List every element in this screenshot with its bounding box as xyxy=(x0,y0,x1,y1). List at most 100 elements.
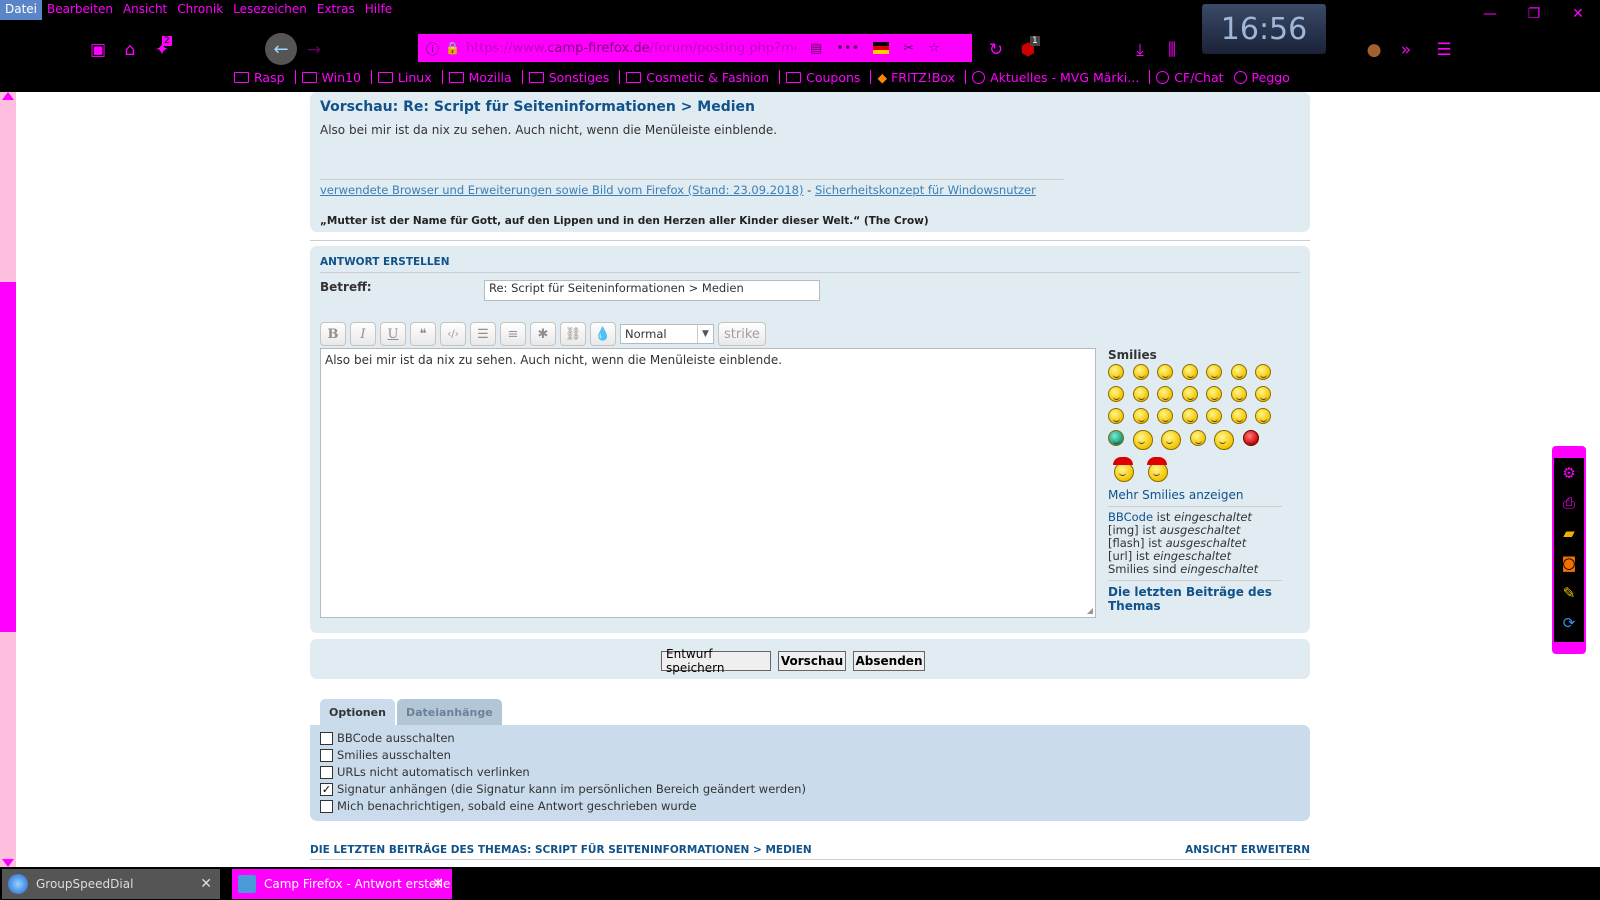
smiley-icon[interactable] xyxy=(1132,408,1149,424)
menu-chronik[interactable]: Chronik xyxy=(172,0,228,20)
close-tab-icon[interactable]: ✕ xyxy=(432,876,444,892)
menu-ansicht[interactable]: Ansicht xyxy=(118,0,172,20)
star-bookmark-icon[interactable]: ☆ xyxy=(928,41,940,56)
menu-hilfe[interactable]: Hilfe xyxy=(360,0,397,20)
strike-button[interactable]: strike xyxy=(718,322,766,346)
menu-extras[interactable]: Extras xyxy=(312,0,360,20)
option-no-autolink[interactable]: URLs nicht automatisch verlinken xyxy=(320,765,530,779)
list-button[interactable]: ☰ xyxy=(470,322,496,346)
last-posts-link[interactable]: Die letzten Beiträge des Themas xyxy=(1108,585,1282,613)
screenshot-icon[interactable]: ✂ xyxy=(903,41,914,56)
link-button[interactable]: ⛓ xyxy=(560,322,586,346)
smiley-icon[interactable] xyxy=(1132,386,1149,402)
menu-bearbeiten[interactable]: Bearbeiten xyxy=(42,0,118,20)
bookmark-mozilla[interactable]: Mozilla xyxy=(448,70,512,85)
code-button[interactable]: ‹/› xyxy=(440,322,466,346)
list-item-button[interactable]: ✱ xyxy=(530,322,556,346)
info-icon[interactable]: ⓘ xyxy=(426,39,439,58)
smiley-icon[interactable] xyxy=(1255,386,1271,402)
smiley-icon[interactable] xyxy=(1230,364,1247,380)
smiley-icon[interactable] xyxy=(1132,430,1153,450)
back-button[interactable]: ← xyxy=(265,33,297,65)
smiley-icon[interactable] xyxy=(1108,364,1124,380)
page-scrollbar[interactable] xyxy=(0,92,16,867)
url-text[interactable]: https://www.camp-firefox.de/forum/postin… xyxy=(466,41,796,56)
option-disable-smilies[interactable]: Smilies ausschalten xyxy=(320,748,451,762)
smiley-icon[interactable] xyxy=(1206,364,1222,380)
forward-button[interactable]: → xyxy=(302,38,326,62)
option-attach-signature[interactable]: ✓ Signatur anhängen (die Signatur kann im… xyxy=(320,782,806,796)
folder-open-icon[interactable]: ▰ xyxy=(1554,518,1584,548)
lock-icon[interactable]: 🔒 xyxy=(445,41,460,55)
sidebar-icon[interactable]: ▣ xyxy=(86,38,110,62)
checkbox[interactable] xyxy=(320,799,333,813)
printer-icon[interactable]: ⎙ xyxy=(1554,488,1584,518)
url-bar[interactable]: ⓘ 🔒 https://www.camp-firefox.de/forum/po… xyxy=(418,34,972,62)
close-window-button[interactable]: ✕ xyxy=(1556,0,1600,28)
german-flag-icon[interactable] xyxy=(873,42,890,54)
resize-grip-icon[interactable]: ◢ xyxy=(1087,606,1093,615)
search-page-icon[interactable]: ◙ xyxy=(1554,548,1584,578)
bookmark-fritzbox[interactable]: ◆ FRITZ!Box xyxy=(877,70,955,85)
bookmark-cf-chat[interactable]: CF/Chat xyxy=(1156,70,1224,85)
scroll-up-arrow[interactable] xyxy=(2,92,14,100)
page-actions-icon[interactable]: ••• xyxy=(836,41,859,56)
menu-datei[interactable]: Datei xyxy=(0,0,43,20)
task-camp-firefox[interactable]: Camp Firefox - Antwort erstelle ✕ xyxy=(232,869,452,899)
underline-button[interactable]: U xyxy=(380,322,406,346)
sync-icon[interactable]: ⟳ xyxy=(1554,608,1584,638)
signature-link-security[interactable]: Sicherheitskonzept für Windowsnutzer xyxy=(815,183,1036,197)
smiley-icon[interactable] xyxy=(1255,364,1271,380)
task-group-speed-dial[interactable]: GroupSpeedDial ✕ xyxy=(2,869,220,899)
note-icon[interactable]: ✎ xyxy=(1554,578,1584,608)
close-tab-icon[interactable]: ✕ xyxy=(200,876,212,892)
restore-button[interactable]: ❐ xyxy=(1512,0,1556,28)
smiley-icon[interactable] xyxy=(1181,364,1198,380)
santa-smiley-icon[interactable] xyxy=(1147,457,1168,482)
scroll-down-arrow[interactable] xyxy=(2,859,14,867)
gear-icon[interactable]: ⚙ xyxy=(1554,458,1584,488)
smiley-icon[interactable] xyxy=(1189,430,1206,446)
option-disable-bbcode[interactable]: BBCode ausschalten xyxy=(320,731,455,745)
save-draft-button[interactable]: Entwurf speichern xyxy=(661,647,771,675)
library-icon[interactable]: ⫼ xyxy=(1160,38,1184,62)
tab-options[interactable]: Optionen xyxy=(320,699,395,725)
message-textarea[interactable]: Also bei mir ist da nix zu sehen. Auch n… xyxy=(320,348,1096,618)
submit-button[interactable]: Absenden xyxy=(853,651,925,671)
bookmark-cosmetic-fashion[interactable]: Cosmetic & Fashion xyxy=(626,70,769,85)
smiley-icon[interactable] xyxy=(1161,430,1181,450)
arrow-smiley-icon[interactable] xyxy=(1230,408,1247,424)
quote-button[interactable]: ❝ xyxy=(410,322,436,346)
bookmark-linux[interactable]: Linux xyxy=(377,70,432,85)
preview-button[interactable]: Vorschau xyxy=(778,651,846,671)
reload-icon[interactable]: ↻ xyxy=(984,38,1008,62)
checkbox[interactable] xyxy=(320,731,333,745)
smiley-icon[interactable] xyxy=(1230,386,1247,402)
more-smilies-link[interactable]: Mehr Smilies anzeigen xyxy=(1108,488,1282,502)
smiley-icon[interactable] xyxy=(1157,386,1173,402)
ordered-list-button[interactable]: ≡ xyxy=(500,322,526,346)
bookmark-win10[interactable]: Win10 xyxy=(301,70,361,85)
bookmark-mvg[interactable]: Aktuelles - MVG Märki... xyxy=(972,70,1139,85)
smiley-icon[interactable] xyxy=(1157,364,1173,380)
bookmark-coupons[interactable]: Coupons xyxy=(786,70,860,85)
red-smiley-icon[interactable] xyxy=(1242,430,1259,446)
smiley-icon[interactable] xyxy=(1181,386,1198,402)
reader-view-icon[interactable]: ▤ xyxy=(810,41,822,56)
home-icon[interactable]: ⌂ xyxy=(118,38,142,62)
font-size-select[interactable]: Normal ▼ xyxy=(620,324,714,344)
checkbox[interactable] xyxy=(320,748,333,762)
exclamation-smiley-icon[interactable] xyxy=(1157,408,1173,424)
menu-lesezeichen[interactable]: Lesezeichen xyxy=(228,0,312,20)
bookmark-rasp[interactable]: Rasp xyxy=(234,70,285,85)
smiley-icon[interactable] xyxy=(1255,408,1271,424)
bookmark-peggo[interactable]: Peggo xyxy=(1233,70,1290,85)
option-notify[interactable]: Mich benachrichtigen, sobald eine Antwor… xyxy=(320,799,697,813)
hamburger-menu-icon[interactable]: ☰ xyxy=(1432,38,1456,62)
subject-input[interactable]: Re: Script für Seiteninformationen > Med… xyxy=(484,280,820,301)
green-smiley-icon[interactable] xyxy=(1108,430,1124,446)
smiley-icon[interactable] xyxy=(1108,408,1124,424)
smiley-icon[interactable] xyxy=(1108,386,1124,402)
santa-smiley-icon[interactable] xyxy=(1113,457,1134,482)
minimize-button[interactable]: — xyxy=(1468,0,1512,28)
